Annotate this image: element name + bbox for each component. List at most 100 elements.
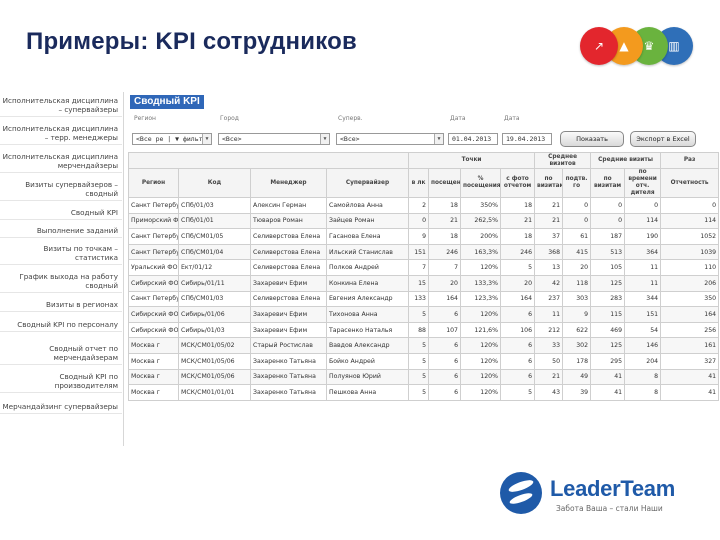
column-header[interactable]: Супервайзер [326, 168, 409, 198]
chevron-down-icon[interactable]: ▼ [434, 134, 443, 144]
table-row[interactable]: Санкт Петербург гСПб/СМ01/05Селиверстова… [128, 228, 720, 245]
chevron-down-icon[interactable]: ▼ [320, 134, 329, 144]
column-header[interactable]: Регион [128, 168, 179, 198]
table-row[interactable]: Уральский ФО Ект/01/12 Селиверстова Елена П… [128, 259, 720, 276]
table-cell: 106 [499, 321, 536, 339]
table-row[interactable]: Сибирский ФО Сибирь/01/06 Захаревич Ефим Ти… [128, 306, 720, 323]
table-row[interactable]: Сибирский ФО Сибирь/01/03 Захаревич Ефим Та… [128, 321, 720, 339]
table-row[interactable]: Приморский ФО СПб/01/01 Тюваров Роман Зайце… [128, 212, 720, 230]
group-header-avg-visits: Среднее визитов [534, 152, 592, 169]
table-cell: 121,6% [460, 321, 501, 339]
column-header[interactable]: Менеджер [250, 168, 327, 198]
table-cell: Сибирский ФО [128, 274, 179, 292]
table-cell: 622 [562, 321, 592, 339]
table-cell: 88 [408, 321, 429, 339]
table-cell: 146 [624, 337, 662, 354]
table-row[interactable]: Санкт Петербург гСПб/СМ01/04Селиверстова… [128, 243, 720, 261]
menu-item[interactable]: Визиты супервайзеров – сводный [0, 180, 122, 201]
table-cell: Вавдов Александр [326, 337, 409, 354]
supervisor-select[interactable]: <Все> ▼ [336, 133, 444, 145]
menu-item[interactable]: Сводный KPI по производителям [0, 372, 122, 393]
group-header-points: Точки [407, 152, 536, 169]
table-cell: Полков Андрей [326, 259, 409, 276]
column-header[interactable]: подтв. го [562, 168, 592, 198]
menu-item[interactable]: Сводный отчет по мерчендайзерам [0, 344, 122, 365]
column-header[interactable]: по визитам [534, 168, 564, 198]
table-cell: 246 [499, 243, 536, 261]
table-cell: 21 [428, 212, 461, 230]
table-cell: 18 [428, 197, 461, 214]
column-header[interactable]: по визитам [590, 168, 626, 198]
table-cell: 302 [562, 337, 592, 354]
city-select[interactable]: <Все> ▼ [218, 133, 330, 145]
table-cell: 164 [499, 290, 536, 308]
menu-item[interactable]: Сводный KPI [0, 208, 122, 220]
region-select[interactable]: <Все ре | ▼ фильтр ▼ [132, 133, 212, 145]
menu-item[interactable]: График выхода на работу сводный [0, 272, 122, 293]
table-cell: 120% [460, 306, 501, 323]
table-row[interactable]: Санкт Петербург гСПб/01/03Алексин Герман… [128, 197, 720, 214]
table-row[interactable]: Москва г МСК/СМ01/01/01 Захаренко Татьяна П… [128, 384, 720, 401]
table-cell: 368 [534, 243, 564, 261]
table-cell: 18 [428, 228, 461, 245]
table-cell: Приморский ФО [128, 212, 179, 230]
menu-item[interactable]: Визиты по точкам – статистика [0, 244, 122, 265]
table-cell: 125 [590, 337, 626, 354]
table-cell: 20 [562, 259, 592, 276]
table-cell: Захаренко Татьяна [250, 352, 327, 370]
table-cell: Селиверстова Елена [250, 243, 327, 261]
menu-item[interactable]: Исполнительская дисциплина – супервайзер… [0, 96, 122, 117]
table-cell: 50 [534, 352, 564, 370]
table-cell: 364 [624, 243, 662, 261]
table-cell: Евгения Александр [326, 290, 409, 308]
table-cell: 212 [534, 321, 564, 339]
menu-item[interactable]: Мерчандайзинг супервайзеры [0, 402, 122, 414]
table-cell: 18 [499, 197, 536, 214]
table-row[interactable]: Москва г МСК/СМ01/05/02 Старый Ростислав Ва… [128, 337, 720, 354]
chevron-down-icon[interactable]: ▼ [202, 134, 211, 144]
column-header[interactable]: % посещения [460, 168, 501, 198]
table-cell: 178 [562, 352, 592, 370]
menu-item[interactable]: Выполнение заданий [0, 226, 122, 238]
table-cell: Захаренко Татьяна [250, 384, 327, 401]
table-cell: Сибирский ФО [128, 306, 179, 323]
table-row[interactable]: Санкт Петербург гСПб/СМ01/03Селиверстова… [128, 290, 720, 308]
column-header[interactable]: посещено [428, 168, 461, 198]
table-row[interactable]: Сибирский ФО Сибирь/01/11 Захаревич Ефим Ко… [128, 274, 720, 292]
table-cell: 6 [499, 352, 536, 370]
table-cell: Москва г [128, 384, 179, 401]
table-cell: 6 [428, 352, 461, 370]
column-header[interactable]: Отчетность [660, 168, 720, 198]
table-cell: МСК/СМ01/05/02 [178, 337, 251, 354]
show-button[interactable]: Показать [560, 131, 624, 147]
date-to-input[interactable]: 19.04.2013 [502, 133, 552, 145]
column-header[interactable]: Код [178, 168, 251, 198]
kpi-table: Точки Среднее визитов Средние визиты Раз… [128, 152, 720, 401]
menu-item[interactable]: Исполнительская дисциплина мерчендайзеры [0, 152, 122, 173]
table-cell: 5 [408, 306, 429, 323]
date-from-input[interactable]: 01.04.2013 [448, 133, 498, 145]
table-cell: Москва г [128, 352, 179, 370]
group-header-blank [128, 152, 409, 169]
table-cell: 41 [590, 384, 626, 401]
filter-label-supervisor: Суперв. [338, 115, 363, 122]
table-cell: 246 [428, 243, 461, 261]
table-cell: СПб/СМ01/03 [178, 290, 251, 308]
table-cell: Уральский ФО [128, 259, 179, 276]
column-header[interactable]: в лк [408, 168, 429, 198]
menu-item[interactable]: Визиты в регионах [0, 300, 122, 312]
table-row[interactable]: Москва г МСК/СМ01/05/06 Захаренко Татьяна П… [128, 368, 720, 386]
table-cell: 164 [428, 290, 461, 308]
menu-item[interactable]: Исполнительская дисциплина – терр. менед… [0, 124, 122, 145]
table-cell: 5 [499, 384, 536, 401]
table-cell: 21 [534, 368, 564, 386]
table-cell: 262,5% [460, 212, 501, 230]
column-header[interactable]: по времени отч. дителя [624, 168, 662, 198]
table-cell: Санкт Петербург г [128, 290, 179, 308]
export-excel-button[interactable]: Экспорт в Excel [630, 131, 696, 147]
column-header[interactable]: с фото отчетом [499, 168, 536, 198]
table-row[interactable]: Москва г МСК/СМ01/05/06 Захаренко Татьяна Б… [128, 352, 720, 370]
table-cell: 7 [428, 259, 461, 276]
menu-item[interactable]: Сводный KPI по персоналу [0, 320, 122, 332]
report-menu: Исполнительская дисциплина – супервайзер… [0, 92, 124, 446]
